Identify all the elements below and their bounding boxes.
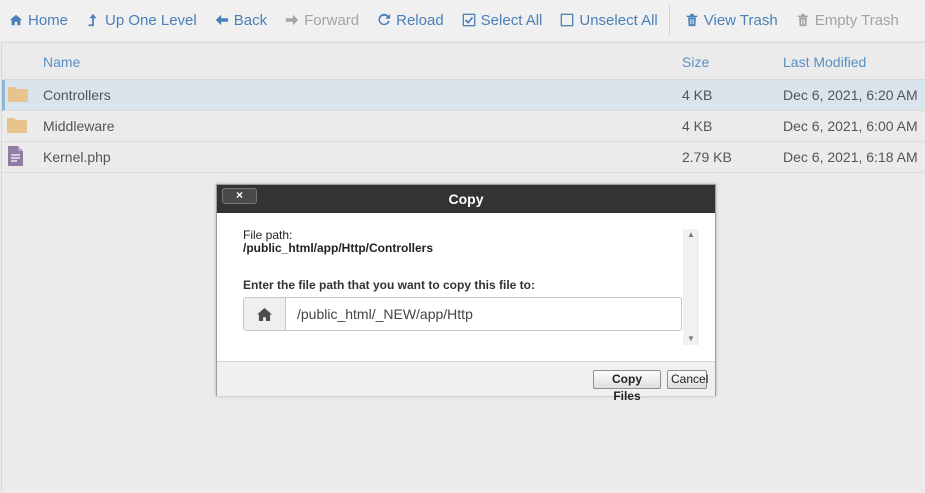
select-all-label: Select All [480, 11, 543, 29]
up-one-level-label: Up One Level [105, 11, 197, 29]
trash-icon [797, 13, 808, 27]
reload-label: Reload [396, 11, 444, 29]
close-button[interactable]: × [222, 188, 257, 204]
home-icon [9, 14, 23, 26]
toolbar-divider [668, 5, 670, 35]
destination-input-group [243, 297, 682, 331]
file-row-controllers[interactable]: Controllers 4 KB Dec 6, 2021, 6:20 AM [2, 80, 925, 111]
dialog-title-bar: Copy × [217, 185, 715, 213]
file-path-value: /public_html/app/Http/Controllers [243, 241, 434, 255]
arrow-left-icon [215, 14, 228, 26]
folder-icon [7, 118, 27, 133]
back-label: Back [233, 11, 268, 29]
dialog-body: File path: /public_html/app/Http/Control… [217, 213, 715, 361]
file-row-middleware[interactable]: Middleware 4 KB Dec 6, 2021, 6:00 AM [2, 111, 925, 142]
forward-button[interactable]: Forward [276, 0, 368, 40]
select-all-button[interactable]: Select All [453, 0, 552, 40]
arrow-right-icon [285, 14, 299, 26]
reload-button[interactable]: Reload [368, 0, 453, 40]
file-modified: Dec 6, 2021, 6:00 AM [783, 118, 918, 134]
trash-icon [686, 13, 697, 27]
view-trash-label: View Trash [703, 11, 778, 29]
file-name: Middleware [43, 118, 115, 134]
checkbox-empty-icon [561, 13, 574, 27]
cancel-button[interactable]: Cancel [667, 370, 708, 389]
destination-label: Enter the file path that you want to cop… [243, 278, 536, 292]
toolbar: Home Up One Level Back Forward Reload Se… [0, 0, 925, 40]
file-name: Kernel.php [43, 149, 111, 165]
home-label: Home [28, 11, 69, 29]
empty-trash-label: Empty Trash [814, 11, 899, 29]
file-modified: Dec 6, 2021, 6:20 AM [783, 87, 918, 103]
scroll-down-arrow-icon[interactable]: ▼ [683, 333, 699, 345]
copy-files-button[interactable]: Copy Files [593, 370, 661, 403]
file-size: 4 KB [682, 87, 713, 103]
folder-icon [8, 87, 28, 102]
dialog-footer: Copy Files Cancel [217, 361, 715, 403]
unselect-all-label: Unselect All [579, 11, 658, 29]
copy-dialog: Copy × File path: /public_html/app/Http/… [216, 184, 716, 403]
home-button[interactable]: Home [0, 0, 77, 40]
file-path-label: File path: [243, 228, 293, 242]
empty-trash-button[interactable]: Empty Trash [787, 0, 908, 40]
home-icon [257, 307, 272, 321]
input-addon [244, 298, 286, 330]
column-header-size[interactable]: Size [682, 54, 709, 70]
forward-label: Forward [304, 11, 360, 29]
up-one-level-button[interactable]: Up One Level [77, 0, 206, 40]
file-name: Controllers [43, 87, 111, 103]
dialog-title: Copy [448, 191, 484, 207]
file-row-kernel[interactable]: Kernel.php 2.79 KB Dec 6, 2021, 6:18 AM [2, 142, 925, 173]
reload-icon [378, 13, 391, 26]
file-size: 4 KB [682, 118, 713, 134]
column-header-last-modified[interactable]: Last Modified [783, 54, 866, 70]
destination-path-input[interactable] [286, 298, 676, 330]
level-up-icon [88, 13, 97, 27]
checkbox-checked-icon [462, 13, 476, 27]
column-header-name[interactable]: Name [43, 54, 80, 70]
file-modified: Dec 6, 2021, 6:18 AM [783, 149, 918, 165]
unselect-all-button[interactable]: Unselect All [551, 0, 666, 40]
file-list-header: Name Size Last Modified [2, 43, 925, 80]
file-size: 2.79 KB [682, 149, 732, 165]
dialog-scrollbar[interactable]: ▲ ▼ [683, 229, 699, 345]
scroll-up-arrow-icon[interactable]: ▲ [683, 229, 699, 241]
view-trash-button[interactable]: View Trash [676, 0, 787, 40]
back-button[interactable]: Back [206, 0, 276, 40]
file-text-icon [8, 146, 23, 166]
